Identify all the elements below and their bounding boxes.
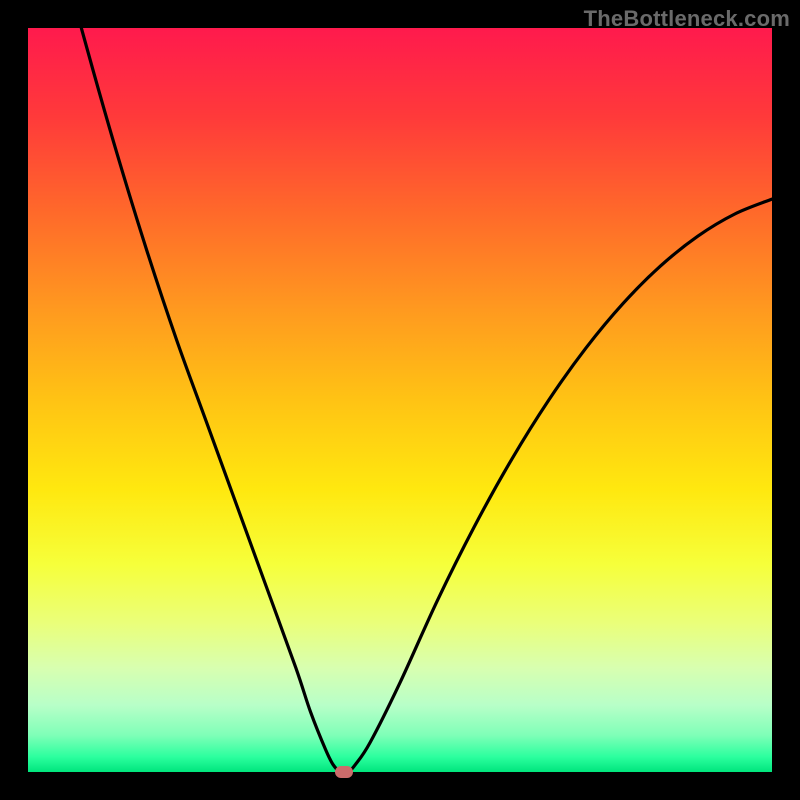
watermark-text: TheBottleneck.com [584,6,790,32]
plot-area [28,28,772,772]
chart-frame: TheBottleneck.com [0,0,800,800]
optimal-point-marker [335,766,353,778]
bottleneck-curve [28,28,772,772]
